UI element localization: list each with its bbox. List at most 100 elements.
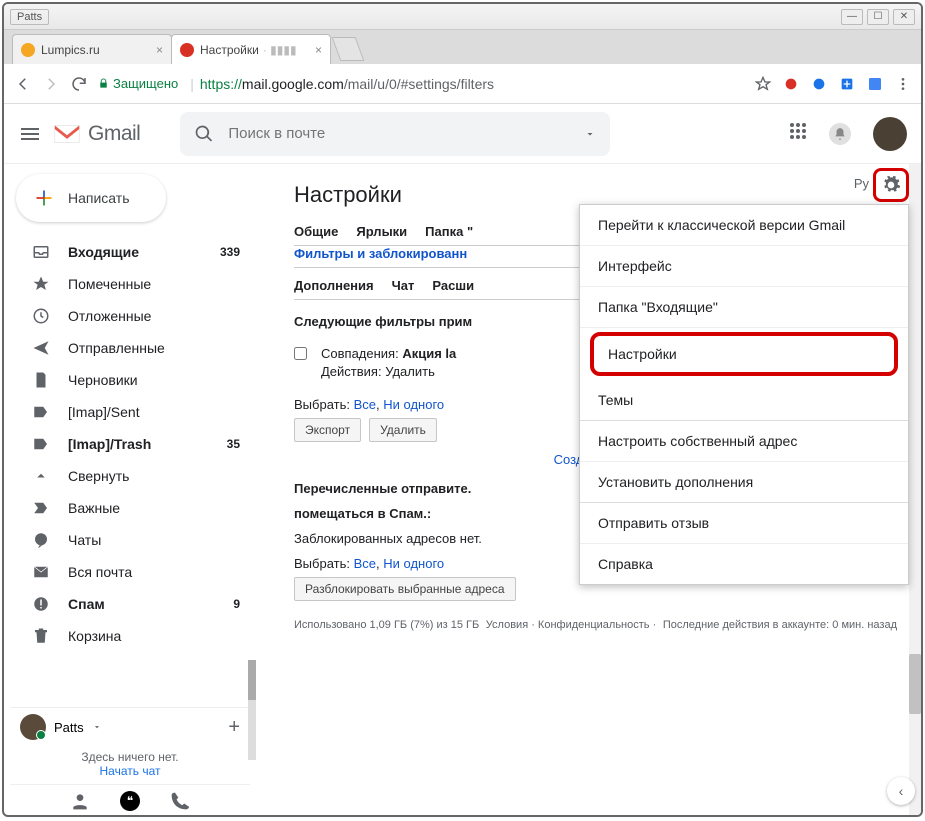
sidebar-scrollbar[interactable] [248,660,256,760]
select-all-link[interactable]: Все [354,397,376,412]
sidebar-item-count: 339 [220,245,240,259]
sidebar-item-label: Корзина [68,628,222,644]
bell-icon [833,127,847,141]
secure-badge: Защищено [98,76,178,91]
nav-reload-button[interactable] [70,75,88,93]
footer-storage: Использовано 1,09 ГБ (7%) из 15 ГБ [294,619,479,631]
filter-checkbox[interactable] [294,347,307,360]
compose-button[interactable]: Написать [16,174,166,222]
favicon-icon [21,43,35,57]
dd-install-addons[interactable]: Установить дополнения [580,462,908,503]
window-close-button[interactable]: ✕ [893,9,915,25]
sidebar-item-count: 35 [227,437,240,451]
select-label: Выбрать: [294,556,350,571]
browser-tab-settings[interactable]: Настройки · ▮▮▮▮ × [171,34,331,64]
notifications-button[interactable] [829,123,851,145]
trash-icon [32,627,50,645]
sidebar-item-label: Черновики [68,372,222,388]
nav-forward-button[interactable] [42,75,60,93]
tab-title: Настройки [200,43,259,57]
plus-icon [34,188,54,208]
sidebar-item-inbox[interactable]: Входящие339 [10,236,250,268]
tab-close-icon[interactable]: × [156,43,163,57]
sidebar-item-send[interactable]: Отправленные [10,332,250,364]
nav-back-button[interactable] [14,75,32,93]
main-scrollbar[interactable] [909,164,921,815]
hangouts-tab-icon[interactable]: ❝ [120,791,140,811]
unblock-button[interactable]: Разблокировать выбранные адреса [294,577,516,601]
gmail-logo[interactable]: Gmail [52,122,140,146]
dd-inbox-config[interactable]: Папка "Входящие" [580,287,908,328]
phone-tab-icon[interactable] [170,791,190,811]
sidebar-item-mail[interactable]: Вся почта [10,556,250,588]
sidebar-item-star[interactable]: Помеченные [10,268,250,300]
input-language-indicator[interactable]: Ру [854,176,869,191]
extension-icon[interactable] [783,76,799,92]
sidebar-item-chat[interactable]: Чаты [10,524,250,556]
menu-icon[interactable] [895,76,911,92]
settings-tab-chat[interactable]: Чат [392,278,415,293]
contacts-tab-icon[interactable] [70,791,90,811]
dd-themes[interactable]: Темы [580,380,908,421]
tab-close-icon[interactable]: × [315,43,322,57]
window-maximize-button[interactable]: ☐ [867,9,889,25]
settings-tab-addons[interactable]: Дополнения [294,278,374,293]
sidebar-item-draft[interactable]: Черновики [10,364,250,396]
hamburger-button[interactable] [18,122,42,146]
export-button[interactable]: Экспорт [294,418,361,442]
settings-tab-labels[interactable]: Ярлыки [356,224,407,239]
new-tab-button[interactable] [332,37,365,61]
apps-grid-button[interactable] [789,122,807,145]
settings-tab-general[interactable]: Общие [294,224,338,239]
settings-tab-inbox[interactable]: Папка " [425,224,473,239]
hangouts-account[interactable]: Patts + [10,708,250,746]
sidebar-item-clock[interactable]: Отложенные [10,300,250,332]
sidebar-item-label: Свернуть [68,468,222,484]
settings-tab-ext[interactable]: Расши [432,278,474,293]
search-box[interactable] [180,112,610,156]
sidebar-item-label[interactable]: [Imap]/Trash35 [10,428,250,460]
select-all-link[interactable]: Все [354,556,376,571]
bookmark-star-icon[interactable] [755,76,771,92]
hangouts-panel: Patts + Здесь ничего нет. Начать чат ❝ [10,707,250,815]
dd-density[interactable]: Интерфейс [580,246,908,287]
window-minimize-button[interactable]: — [841,9,863,25]
favicon-icon [180,43,194,57]
account-avatar[interactable] [873,117,907,151]
search-options-icon[interactable] [584,128,596,140]
search-icon [194,124,214,144]
address-bar[interactable]: Защищено | https://mail.google.com/mail/… [98,76,745,92]
hangouts-start-chat-link[interactable]: Начать чат [10,764,250,778]
translate-icon[interactable] [867,76,883,92]
window-titlebar: Patts — ☐ ✕ [4,4,921,30]
extension-icon[interactable] [811,76,827,92]
secure-label: Защищено [113,76,178,91]
sidebar-item-spam[interactable]: Спам9 [10,588,250,620]
dd-classic-gmail[interactable]: Перейти к классической версии Gmail [580,205,908,246]
search-input[interactable] [228,125,570,142]
dd-settings[interactable]: Настройки [590,332,898,376]
select-none-link[interactable]: Ни одного [383,397,444,412]
browser-tab-lumpics[interactable]: Lumpics.ru × [12,34,172,64]
separator: | [190,76,194,92]
sidebar-item-label[interactable]: [Imap]/Sent [10,396,250,428]
window-user: Patts [10,9,49,25]
settings-tab-filters[interactable]: Фильтры и заблокированн [294,246,467,261]
sidebar-item-important[interactable]: Важные [10,492,250,524]
sidebar-item-collapse[interactable]: Свернуть [10,460,250,492]
settings-gear-button[interactable] [873,168,909,202]
sidebar-item-trash[interactable]: Корзина [10,620,250,652]
footer-terms[interactable]: Условия · Конфиденциальность · [486,619,656,631]
delete-button[interactable]: Удалить [369,418,437,442]
dd-help[interactable]: Справка [580,544,908,584]
dd-feedback[interactable]: Отправить отзыв [580,503,908,544]
dd-custom-address[interactable]: Настроить собственный адрес [580,421,908,462]
extension-icon[interactable] [839,76,855,92]
collapse-icon [32,467,50,485]
hangouts-add-button[interactable]: + [228,716,240,739]
select-none-link[interactable]: Ни одного [383,556,444,571]
star-icon [32,275,50,293]
side-panel-toggle[interactable]: ‹ [887,777,915,805]
footer: Использовано 1,09 ГБ (7%) из 15 ГБ Услов… [294,611,897,639]
chat-icon [32,531,50,549]
